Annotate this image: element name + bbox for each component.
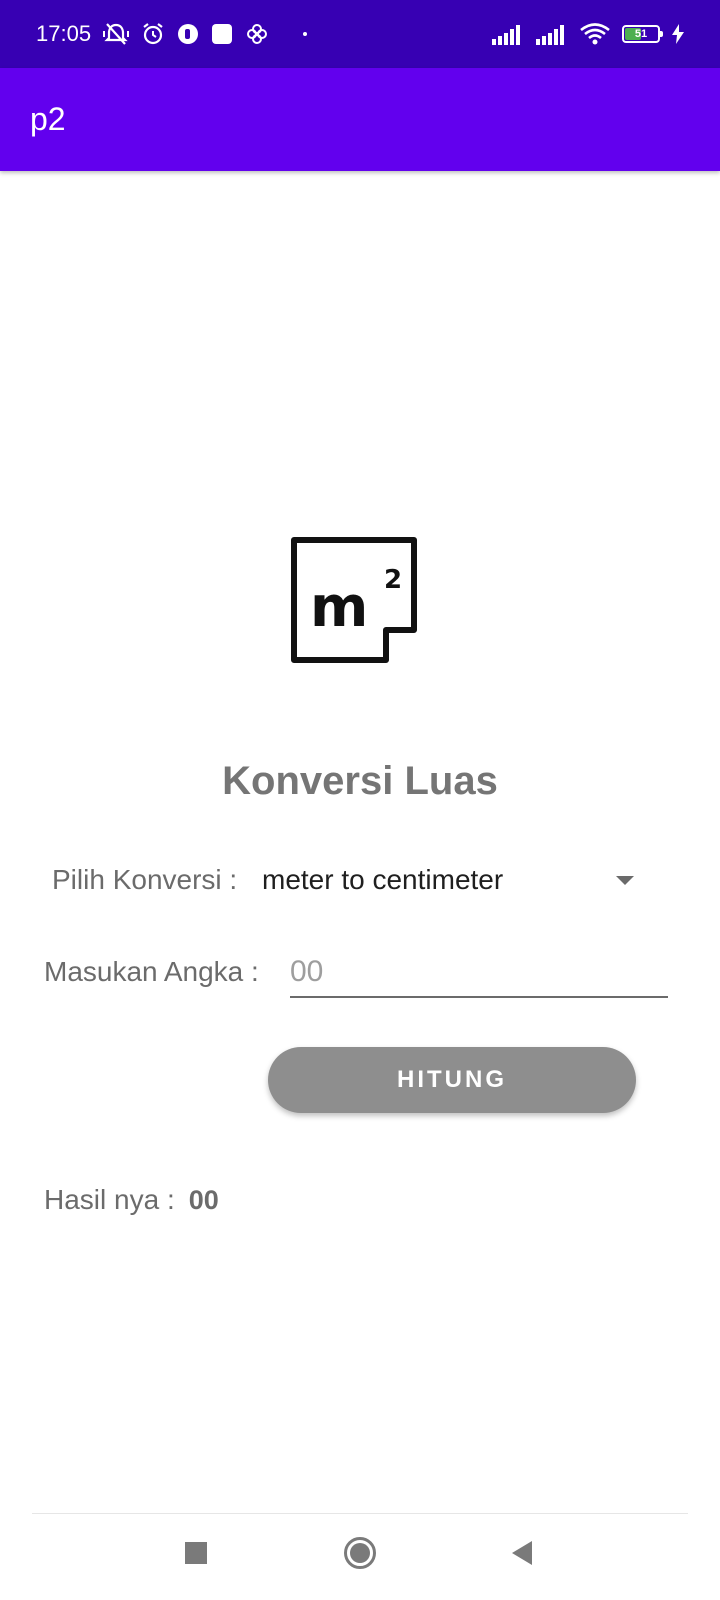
number-input[interactable] xyxy=(290,948,668,998)
input-label: Masukan Angka : xyxy=(44,956,259,987)
signal-1-icon xyxy=(492,23,524,45)
back-icon[interactable] xyxy=(504,1535,540,1571)
wifi-icon xyxy=(580,23,610,45)
status-time: 17:05 xyxy=(36,21,92,46)
result-label: Hasil nya : xyxy=(44,1184,175,1215)
app-notification-icon xyxy=(177,23,199,45)
conversion-dropdown[interactable]: meter to centimeter xyxy=(262,858,652,902)
pinwheel-icon xyxy=(245,22,269,46)
svg-text:2: 2 xyxy=(384,565,402,595)
signal-2-icon xyxy=(536,23,568,45)
more-notifications-dot xyxy=(303,32,308,36)
battery-level: 51 xyxy=(634,28,648,40)
square-meter-icon: m 2 xyxy=(286,536,426,668)
battery-icon: 51 xyxy=(622,25,663,43)
charging-icon xyxy=(672,24,684,44)
app-title: p2 xyxy=(30,101,66,137)
mute-vibrate-icon xyxy=(103,22,130,46)
hitung-button[interactable]: HITUNG xyxy=(268,1047,636,1113)
svg-text:m: m xyxy=(310,575,368,640)
status-bar-left: 17:05 xyxy=(36,21,308,47)
page-title: Konversi Luas xyxy=(222,759,498,803)
recent-apps-icon[interactable] xyxy=(178,1535,214,1571)
result-value: 00 xyxy=(188,1185,219,1215)
nav-divider xyxy=(32,1513,688,1514)
status-bar: 17:05 51 xyxy=(0,0,720,68)
navigation-bar xyxy=(0,1513,720,1600)
alarm-icon xyxy=(141,22,165,46)
result-row: Hasil nya : 00 xyxy=(44,1184,219,1216)
app-bar: p2 xyxy=(0,68,720,171)
status-bar-right: 51 xyxy=(492,23,684,45)
conversion-label: Pilih Konversi : xyxy=(52,864,238,895)
square-notification-icon xyxy=(211,23,233,45)
conversion-selected-value: meter to centimeter xyxy=(262,864,504,895)
home-icon[interactable] xyxy=(342,1535,378,1571)
dropdown-arrow-icon xyxy=(616,875,634,885)
